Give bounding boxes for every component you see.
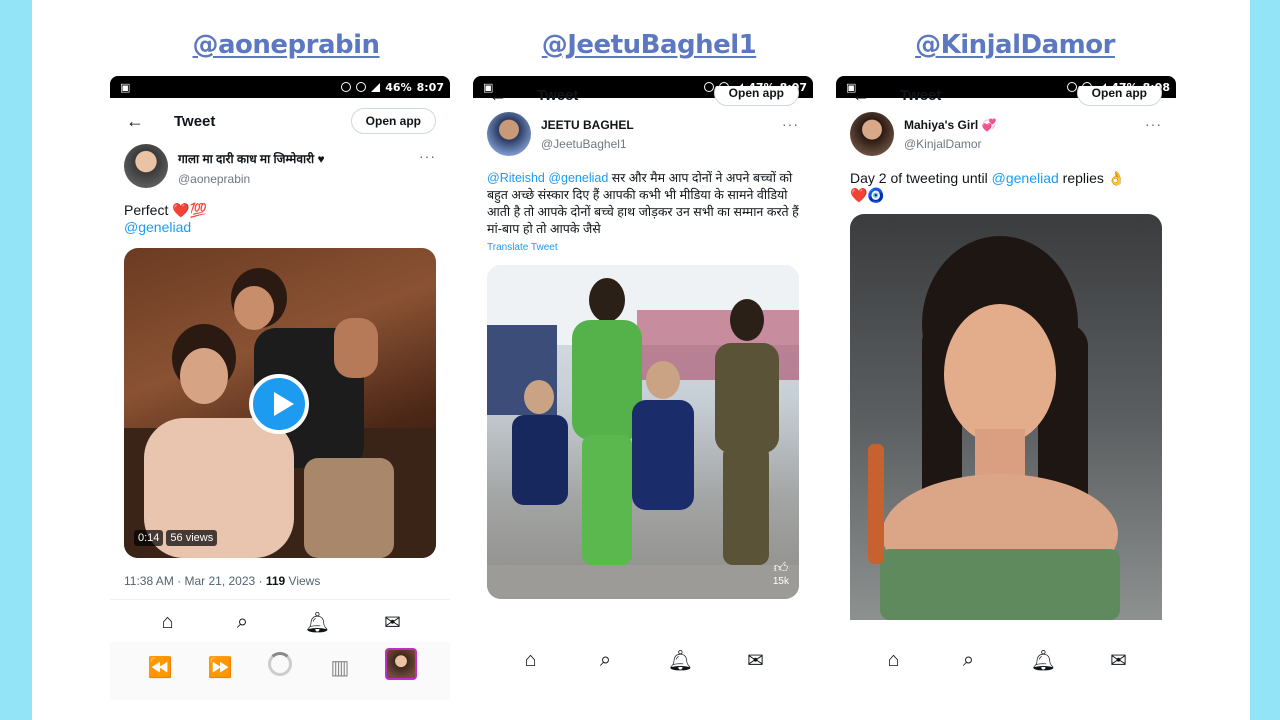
status-bar: ▣ 46% 8:07 bbox=[110, 76, 450, 98]
tweet-author: Mahiya's Girl 💞 @KinjalDamor ··· bbox=[836, 112, 1176, 156]
tweet-text: Day 2 of tweeting until @geneliad replie… bbox=[836, 170, 1176, 204]
author-name[interactable]: गाला मा दारी काध मा जिम्मेवारी ♥ bbox=[178, 150, 325, 167]
tweet-header: ← Tweet Open app bbox=[473, 86, 813, 106]
tweet-author: गाला मा दारी काध मा जिम्मेवारी ♥ @aonepr… bbox=[110, 144, 450, 188]
avatar[interactable] bbox=[850, 112, 894, 156]
home-icon[interactable]: ⌂ bbox=[879, 649, 909, 672]
phone-screenshot: ▣ 46% 8:07 ← Tweet Open app गाला मा दारी… bbox=[110, 76, 450, 700]
bottom-nav: ⌂ ⌕ 🔔︎ ✉ bbox=[473, 648, 813, 673]
author-name[interactable]: JEETU BAGHEL bbox=[541, 118, 634, 132]
views-count: 119 bbox=[265, 574, 286, 588]
open-app-button[interactable]: Open app bbox=[1076, 86, 1162, 106]
column-title-handle[interactable]: @JeetuBaghel1 bbox=[534, 30, 764, 60]
image-frame bbox=[487, 265, 799, 599]
battery-percent: 46% bbox=[385, 80, 412, 94]
rewind-icon[interactable]: ⏪ bbox=[145, 655, 175, 680]
sync-icon bbox=[1067, 82, 1078, 92]
arrow-left-icon[interactable]: ← bbox=[852, 86, 870, 106]
author-name[interactable]: Mahiya's Girl 💞 bbox=[904, 118, 997, 132]
mention-link[interactable]: @geneliad bbox=[992, 170, 1059, 186]
bottom-nav: ⌂ ⌕ 🔔︎ ✉ bbox=[110, 610, 450, 635]
vibrate-icon bbox=[356, 82, 367, 92]
author-handle[interactable]: @JeetuBaghel1 bbox=[541, 137, 634, 151]
emoji-line: ❤️🧿 bbox=[850, 187, 885, 203]
bell-icon[interactable]: 🔔︎ bbox=[1029, 648, 1059, 673]
forward-icon[interactable]: ⏩ bbox=[205, 655, 235, 680]
author-handle[interactable]: @KinjalDamor bbox=[904, 137, 997, 151]
mail-icon[interactable]: ✉ bbox=[741, 648, 771, 673]
more-icon[interactable]: ··· bbox=[782, 116, 799, 132]
like-badge: 👍︎ 15k bbox=[772, 559, 789, 587]
bottom-nav: ⌂ ⌕ 🔔︎ ✉ bbox=[836, 648, 1176, 673]
open-app-button[interactable]: Open app bbox=[713, 86, 799, 106]
page-title: Tweet bbox=[174, 112, 216, 130]
video-duration: 0:14 bbox=[134, 530, 164, 546]
bell-icon[interactable]: 🔔︎ bbox=[303, 610, 333, 635]
more-icon[interactable]: ··· bbox=[419, 148, 436, 164]
open-app-button[interactable]: Open app bbox=[350, 108, 436, 134]
search-icon[interactable]: ⌕ bbox=[228, 611, 258, 634]
loading-icon bbox=[265, 652, 295, 682]
thumbnail-icon[interactable] bbox=[385, 648, 417, 686]
avatar[interactable] bbox=[487, 112, 531, 156]
home-icon[interactable]: ⌂ bbox=[153, 611, 183, 634]
tweet-header: ← Tweet Open app bbox=[110, 98, 450, 144]
video-views: 56 views bbox=[166, 530, 218, 546]
page-title: Tweet bbox=[900, 87, 942, 104]
gift-icon[interactable]: ▥ bbox=[325, 655, 355, 680]
bell-icon[interactable]: 🔔︎ bbox=[666, 648, 696, 673]
mention-link[interactable]: @Riteishd @geneliad bbox=[487, 171, 608, 185]
mention-link[interactable]: @geneliad bbox=[124, 219, 436, 236]
image-frame bbox=[868, 236, 1120, 620]
page-canvas: @aoneprabin ▣ 46% 8:07 ← Tweet Open app … bbox=[32, 0, 1250, 720]
more-icon[interactable]: ··· bbox=[1145, 116, 1162, 132]
clock: 8:07 bbox=[416, 80, 444, 94]
page-title: Tweet bbox=[537, 87, 579, 104]
signal-icon bbox=[371, 82, 381, 92]
mail-icon[interactable]: ✉ bbox=[378, 610, 408, 635]
translate-link[interactable]: Translate Tweet bbox=[473, 242, 813, 253]
sync-icon bbox=[341, 82, 352, 92]
avatar[interactable] bbox=[124, 144, 168, 188]
gallery-icon: ▣ bbox=[120, 80, 131, 94]
tweet-header: ← Tweet Open app bbox=[836, 86, 1176, 106]
thumbs-up-icon: 👍︎ bbox=[773, 559, 789, 575]
play-button[interactable] bbox=[249, 374, 309, 434]
phone-screenshot: ▣ 47% 8:07 ← Tweet Open app JEETU BAGHEL… bbox=[473, 76, 813, 700]
search-icon[interactable]: ⌕ bbox=[954, 649, 984, 672]
phone-screenshot: ▣ 47% 8:08 ← Tweet Open app Mahiya's Gir… bbox=[836, 76, 1176, 700]
tweet-text: Perfect ❤️💯 @geneliad bbox=[110, 202, 450, 236]
column-title-handle[interactable]: @KinjalDamor bbox=[902, 30, 1128, 60]
browser-controls: ⏪ ⏩ ▥ bbox=[110, 648, 450, 686]
sync-icon bbox=[704, 82, 715, 92]
tweet-text: @Riteishd @geneliad सर और मैम आप दोनों न… bbox=[487, 171, 799, 236]
search-icon[interactable]: ⌕ bbox=[591, 649, 621, 672]
tweet-meta: 11:38 AM · Mar 21, 2023 · 119 Views bbox=[124, 574, 321, 588]
video-badges: 0:14 56 views bbox=[134, 530, 218, 546]
author-handle[interactable]: @aoneprabin bbox=[178, 172, 325, 186]
mail-icon[interactable]: ✉ bbox=[1104, 648, 1134, 673]
tweet-image[interactable]: 👍︎ 15k bbox=[487, 265, 799, 599]
tweet-video[interactable]: 0:14 56 views bbox=[124, 248, 436, 558]
home-icon[interactable]: ⌂ bbox=[516, 649, 546, 672]
tweet-author: JEETU BAGHEL @JeetuBaghel1 ··· bbox=[473, 112, 813, 156]
heart-icon: ♥ bbox=[317, 152, 325, 166]
arrow-left-icon[interactable]: ← bbox=[126, 111, 144, 132]
arrow-left-icon[interactable]: ← bbox=[489, 86, 507, 106]
tweet-image[interactable] bbox=[850, 214, 1162, 620]
column-title-handle[interactable]: @aoneprabin bbox=[182, 30, 390, 60]
